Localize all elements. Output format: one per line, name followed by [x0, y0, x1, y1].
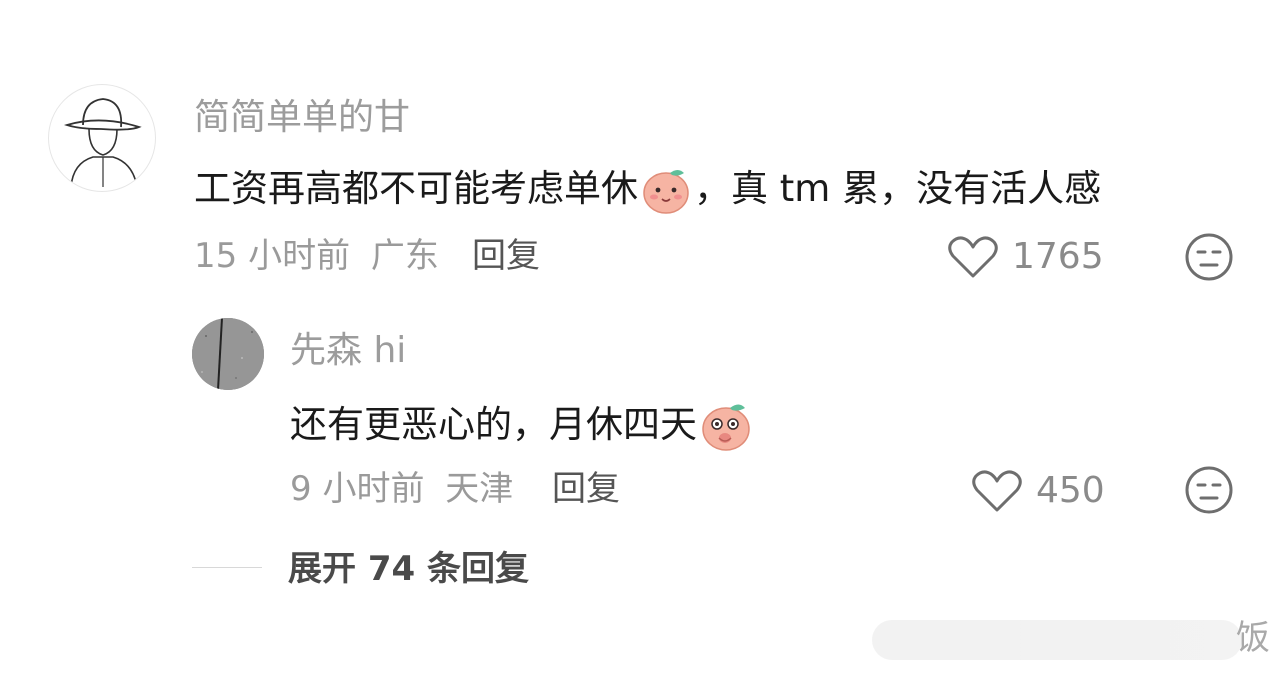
heart-icon	[972, 470, 1022, 512]
expand-divider	[192, 567, 262, 568]
shy-peach-emoji-icon	[643, 170, 689, 214]
reply-like-button[interactable]: 450	[970, 468, 1105, 514]
comment-text-part-2: ，真 tm 累，没有活人感	[694, 167, 1102, 210]
reply-text: 还有更恶心的，月休四天	[290, 398, 755, 452]
comment-text: 工资再高都不可能考虑单休 ，真 tm 累，没有活人感	[194, 163, 1101, 215]
reply-avatar-image	[192, 318, 264, 390]
comment-like-count: 1765	[1012, 236, 1104, 277]
reply-username[interactable]: 先森 hi	[290, 331, 406, 371]
comment-like-button[interactable]: 1765	[946, 234, 1104, 280]
heart-icon	[948, 236, 998, 278]
reply-meta: 9 小时前 天津	[290, 469, 513, 509]
comment-time: 15 小时前	[194, 236, 351, 276]
reply-time: 9 小时前	[290, 469, 425, 509]
reply-reply-button[interactable]: 回复	[552, 469, 620, 509]
comment-username[interactable]: 简简单单的甘	[194, 98, 410, 138]
watermark-bar	[872, 620, 1242, 660]
watermark-text: 饭	[1236, 618, 1270, 658]
avatar-illustration	[63, 98, 142, 188]
meh-face-icon	[1185, 233, 1233, 281]
reply-text-part-1: 还有更恶心的，月休四天	[290, 403, 697, 446]
comment-meta: 15 小时前 广东	[194, 236, 439, 276]
reply-dislike-button[interactable]	[1184, 465, 1234, 519]
reply-avatar[interactable]	[192, 318, 264, 390]
reply-like-count: 450	[1036, 470, 1105, 511]
surprised-peach-emoji-icon	[702, 404, 750, 451]
comment-reply-button[interactable]: 回复	[472, 236, 540, 276]
comment-text-part-1: 工资再高都不可能考虑单休	[194, 167, 638, 210]
comment-location: 广东	[370, 236, 439, 276]
meh-face-icon	[1185, 466, 1233, 514]
reply-location: 天津	[445, 469, 514, 509]
avatar[interactable]	[48, 84, 156, 192]
dislike-button[interactable]	[1184, 232, 1234, 286]
expand-replies-button[interactable]: 展开 74 条回复	[288, 549, 529, 589]
